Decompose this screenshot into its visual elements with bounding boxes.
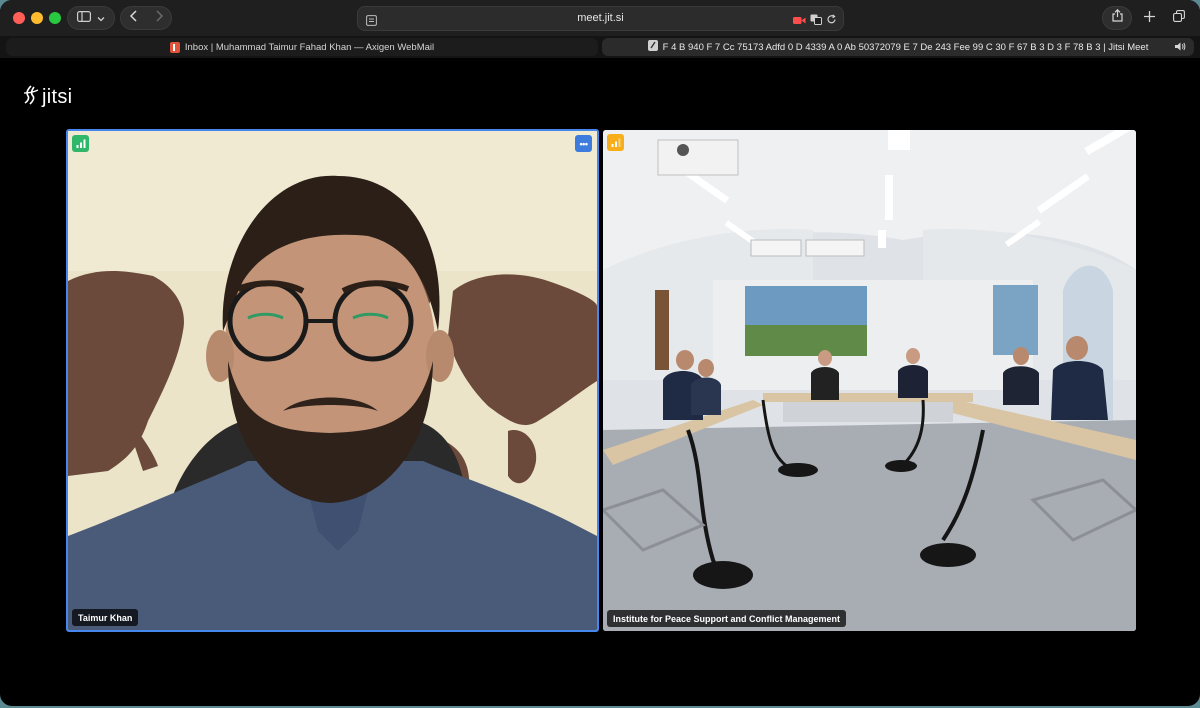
tab-axigen-inbox[interactable]: Inbox | Muhammad Taimur Fahad Khan — Axi… [6, 38, 598, 56]
camera-feed-local [68, 131, 597, 630]
tab-jitsi-meet[interactable]: F 4 B 940 F 7 Cc 75173 Adfd 0 D 4339 A 0… [602, 38, 1194, 56]
participant-name-label: Institute for Peace Support and Conflict… [607, 610, 847, 627]
ellipsis-icon: ••• [579, 138, 588, 149]
close-window-button[interactable] [13, 12, 25, 24]
tab-bar: Inbox | Muhammad Taimur Fahad Khan — Axi… [0, 36, 1200, 58]
signal-bars-icon [76, 135, 86, 153]
participant-name-label: Taimur Khan [72, 609, 139, 626]
minimize-window-button[interactable] [31, 12, 43, 24]
maximize-window-button[interactable] [49, 12, 61, 24]
jitsi-logo[interactable]: jitsi [22, 84, 72, 111]
share-button[interactable] [1102, 6, 1132, 30]
navigation-buttons [120, 6, 172, 30]
sidebar-toggle-button[interactable] [67, 6, 115, 30]
video-tile-remote[interactable]: Institute for Peace Support and Conflict… [603, 130, 1136, 631]
connection-indicator[interactable] [72, 135, 89, 152]
camera-feed-remote [603, 130, 1136, 631]
axigen-icon [169, 41, 180, 53]
jitsi-icon [647, 40, 658, 54]
translate-icon[interactable] [810, 12, 822, 30]
tile-more-options-button[interactable]: ••• [575, 135, 592, 152]
plus-icon [1143, 9, 1155, 27]
connection-indicator[interactable] [607, 134, 624, 151]
forward-button[interactable] [154, 9, 164, 27]
camera-in-use-icon[interactable] [793, 12, 806, 30]
url-text: meet.jit.si [577, 12, 624, 24]
video-tile-local[interactable]: ••• Taimur Khan [66, 129, 599, 632]
tab-title: F 4 B 940 F 7 Cc 75173 Adfd 0 D 4339 A 0… [662, 41, 1149, 53]
browser-toolbar: meet.jit.si [0, 0, 1200, 36]
tab-title: Inbox | Muhammad Taimur Fahad Khan — Axi… [184, 41, 435, 53]
speaker-icon[interactable] [1174, 41, 1186, 55]
chevron-down-icon [97, 9, 105, 27]
browser-window: meet.jit.si Inbox | Muhammad Taimur Faha… [0, 0, 1200, 706]
tab-overview-button[interactable] [1166, 6, 1192, 30]
share-icon [1111, 8, 1123, 27]
address-bar[interactable]: meet.jit.si [357, 6, 844, 31]
sidebar-icon [77, 9, 92, 27]
signal-bars-icon [611, 134, 621, 152]
jitsi-logo-icon [22, 84, 40, 111]
tab-overview-icon [1173, 9, 1185, 27]
back-button[interactable] [129, 9, 139, 27]
jitsi-logo-text: jitsi [42, 86, 73, 108]
new-tab-button[interactable] [1136, 6, 1162, 30]
reload-icon[interactable] [826, 12, 837, 30]
